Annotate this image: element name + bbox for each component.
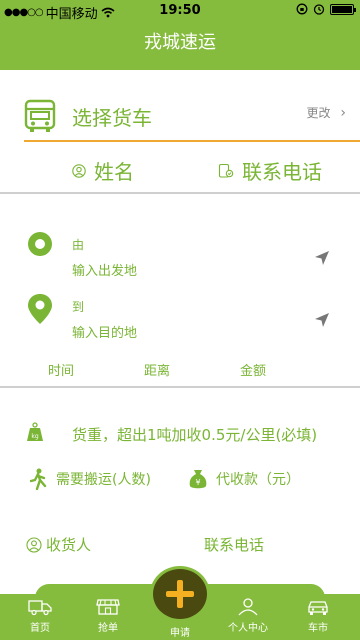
battery-icon (330, 3, 356, 15)
person-icon (26, 536, 42, 553)
navigation-arrow-icon[interactable] (314, 250, 330, 266)
tab-market[interactable]: 车市 (288, 598, 348, 634)
movers-label: 需要搬运(人数) (56, 472, 151, 488)
money-bag-icon: ¥ (189, 470, 207, 489)
tab-home[interactable]: 首页 (10, 598, 70, 634)
divider (0, 386, 360, 388)
orientation-lock-icon (296, 3, 308, 15)
origin-input[interactable]: 输入出发地 (72, 260, 137, 279)
tab-apply-label: 申请 (170, 628, 190, 639)
receiver-phone-label: 联系电话 (204, 536, 265, 554)
origin-label: 由 (72, 238, 85, 252)
phone-icon (218, 163, 234, 178)
storefront-icon (96, 599, 120, 615)
change-label: 更改 (306, 106, 331, 120)
truck-icon (28, 600, 52, 616)
cargo-weight-field[interactable]: kg 货重，超出1吨加收0.5元/公里(必填) (0, 418, 360, 448)
navigation-arrow-icon[interactable] (314, 312, 330, 328)
time-label: 时间 (48, 364, 75, 379)
status-bar: ●●●○○ 中国移动 19:50 (0, 0, 360, 22)
service-options-row: 需要搬运(人数) ¥ 代收款（元） (0, 468, 360, 498)
receiver-name-field[interactable]: 收货人 (26, 534, 91, 555)
weight-icon: kg (27, 422, 43, 441)
receiver-row: 收货人 联系电话 (0, 534, 360, 558)
car-icon (308, 601, 328, 615)
svg-text:kg: kg (31, 433, 38, 440)
plus-icon (166, 580, 194, 608)
apply-plus-button[interactable] (150, 566, 210, 622)
truck-icon (24, 99, 56, 132)
movers-field[interactable]: 需要搬运(人数) (30, 468, 151, 490)
change-truck-button[interactable]: 更改 › (307, 104, 346, 121)
alarm-icon (313, 4, 325, 15)
cargo-weight-label: 货重，超出1吨加收0.5元/公里(必填) (72, 426, 318, 444)
phone-field[interactable]: 联系电话 (218, 156, 322, 185)
divider (0, 192, 360, 194)
truck-underline (24, 140, 360, 142)
tab-profile-label: 个人中心 (228, 623, 268, 634)
phone-label: 联系电话 (242, 160, 322, 184)
tab-profile[interactable]: 个人中心 (218, 598, 278, 634)
svg-text:¥: ¥ (195, 478, 200, 487)
origin-pin-icon (28, 232, 52, 256)
cod-field[interactable]: ¥ 代收款（元） (188, 468, 300, 490)
origin-field[interactable]: 由 输入出发地 (0, 230, 360, 286)
tab-market-label: 车市 (308, 623, 328, 634)
name-field[interactable]: 姓名 (72, 156, 134, 185)
tab-grab[interactable]: 抢单 (78, 598, 138, 634)
distance-label: 距离 (144, 364, 171, 379)
cod-label: 代收款（元） (216, 472, 300, 488)
chevron-right-icon: › (340, 105, 346, 121)
amount-label: 金额 (240, 364, 267, 379)
select-truck-label: 选择货车 (72, 106, 152, 130)
select-truck-row[interactable]: 选择货车 更改 › (0, 92, 360, 144)
destination-pin-icon (28, 294, 52, 324)
walking-person-icon (30, 468, 47, 490)
destination-label: 到 (72, 300, 85, 314)
destination-input[interactable]: 输入目的地 (72, 322, 137, 341)
status-right (296, 3, 356, 15)
receiver-phone-field[interactable]: 联系电话 (204, 534, 264, 555)
contact-row: 姓名 联系电话 (0, 152, 360, 188)
user-icon (238, 598, 258, 616)
page-title: 戎城速运 (0, 22, 360, 70)
trip-metrics: 时间 距离 金额 (0, 360, 360, 380)
tab-home-label: 首页 (30, 623, 50, 634)
tab-grab-label: 抢单 (98, 623, 118, 634)
receiver-name-label: 收货人 (46, 536, 92, 554)
person-icon (72, 163, 86, 178)
name-label: 姓名 (94, 160, 134, 184)
destination-field[interactable]: 到 输入目的地 (0, 292, 360, 348)
